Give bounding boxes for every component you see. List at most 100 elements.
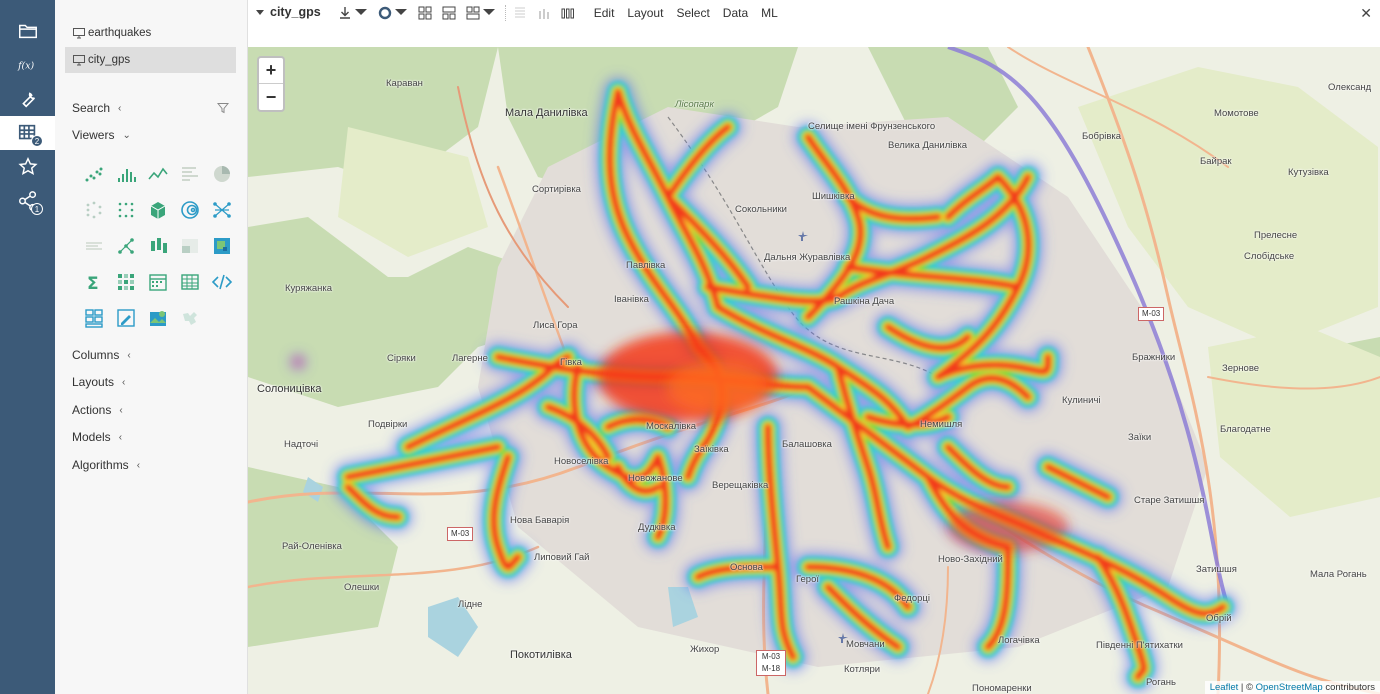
openstreetmap-link[interactable]: OpenStreetMap [1256, 682, 1323, 693]
density-plot-icon[interactable] [174, 192, 206, 228]
section-models-label: Models [72, 430, 111, 444]
pivot-icon[interactable] [78, 300, 110, 336]
place-label: Лиса Гора [533, 320, 578, 331]
favorites-icon[interactable] [0, 150, 55, 184]
place-label: Олександ [1328, 82, 1372, 93]
place-label: Мала Данилівка [505, 107, 588, 119]
sankey-icon[interactable] [78, 192, 110, 228]
menu-data[interactable]: Data [723, 5, 748, 21]
open-icon[interactable] [0, 14, 55, 48]
scatter-plot-icon[interactable] [78, 156, 110, 192]
statistics-icon[interactable]: Σ [78, 264, 110, 300]
viewers-grid: Σ [78, 156, 240, 336]
table-item-city-gps[interactable]: city_gps [65, 47, 236, 73]
tables-badge: 2 [31, 135, 43, 147]
menu-ml[interactable]: ML [761, 5, 778, 21]
place-label: Лідне [458, 599, 483, 610]
histogram-icon[interactable] [110, 156, 142, 192]
map-attribution: Leaflet | © OpenStreetMap contributors [1204, 681, 1380, 694]
3d-scatter-icon[interactable] [142, 192, 174, 228]
place-label: Новожанове [628, 473, 683, 484]
globe-icon[interactable] [174, 300, 206, 336]
parallel-coordinates-icon[interactable] [78, 228, 110, 264]
tile-icon[interactable] [174, 228, 206, 264]
toolbar-separator [504, 5, 506, 21]
heatmap-icon[interactable] [206, 228, 238, 264]
markup-icon[interactable] [206, 264, 238, 300]
place-label: Байрак [1200, 156, 1232, 167]
place-label: Мовчани [846, 639, 885, 650]
place-label: Балашовка [782, 439, 832, 450]
place-label: Заїки [1128, 432, 1152, 443]
close-icon[interactable]: ✕ [1360, 5, 1372, 22]
form-icon[interactable] [110, 300, 142, 336]
leaflet-link[interactable]: Leaflet [1210, 682, 1239, 693]
layout-split-icon[interactable] [441, 5, 457, 21]
filter-icon[interactable] [217, 102, 229, 114]
view-menu-caret[interactable] [256, 5, 264, 21]
refresh-icon[interactable] [377, 5, 409, 21]
section-search[interactable]: Search ‹ [72, 101, 121, 115]
box-plot-icon[interactable] [142, 228, 174, 264]
layout-grid-icon[interactable] [417, 5, 433, 21]
menu-layout[interactable]: Layout [627, 5, 663, 21]
map-icon[interactable] [142, 300, 174, 336]
line-chart-icon[interactable] [142, 156, 174, 192]
place-label: Основа [730, 562, 763, 573]
section-models[interactable]: Models ‹ [72, 430, 122, 444]
place-label: Липовий Гай [534, 552, 590, 563]
view-title: city_gps [270, 5, 321, 19]
place-label: Подвірки [368, 419, 408, 430]
place-label: Момотове [1214, 108, 1259, 119]
map-viewer[interactable]: Караван Мала Данилівка Лісопарк Селище і… [248, 47, 1380, 694]
place-label: Велика Данилівка [888, 140, 968, 151]
place-label: Лісопарк [675, 99, 714, 110]
section-algorithms[interactable]: Algorithms ‹ [72, 458, 140, 472]
download-icon[interactable] [337, 5, 369, 21]
columns-icon[interactable] [560, 5, 576, 21]
section-actions[interactable]: Actions ‹ [72, 403, 123, 417]
menu-select[interactable]: Select [676, 5, 709, 21]
place-label: Слобідське [1244, 251, 1295, 262]
place-label: Рогань [1146, 677, 1176, 688]
place-label: Зернове [1222, 363, 1260, 374]
place-label: Дальня Журавлівка [764, 252, 851, 263]
tables-icon[interactable]: 2 [0, 116, 55, 150]
road-shield: М-03 [447, 527, 474, 541]
functions-icon[interactable]: f(x) [0, 48, 55, 82]
place-label: Кулиничі [1062, 395, 1101, 406]
align-bottom-icon[interactable] [536, 5, 552, 21]
correlation-icon[interactable] [110, 264, 142, 300]
place-label: Нова Баварія [510, 515, 570, 526]
map-canvas[interactable] [248, 47, 1380, 694]
place-label: Заїківка [694, 444, 729, 455]
section-viewers[interactable]: Viewers ⌄ [72, 128, 131, 142]
svg-text:f(x): f(x) [17, 60, 34, 71]
view-toolbar: city_gps Edit Layout Select Data ML ✕ [248, 0, 1380, 47]
tree-icon[interactable] [110, 228, 142, 264]
bar-chart-icon[interactable] [174, 156, 206, 192]
share-icon[interactable]: 1 [0, 184, 55, 218]
place-label: Іванівка [614, 294, 649, 305]
share-badge: 1 [31, 203, 43, 215]
caret-down-icon [256, 10, 264, 15]
align-left-icon[interactable] [512, 5, 528, 21]
road-shield: М-03 М-18 [756, 650, 786, 676]
place-label: Куряжанка [285, 283, 333, 294]
table-icon [73, 27, 85, 38]
zoom-in-button[interactable]: + [259, 58, 283, 84]
pie-chart-icon[interactable] [206, 156, 238, 192]
grid-icon[interactable] [174, 264, 206, 300]
tools-icon[interactable] [0, 82, 55, 116]
zoom-out-button[interactable]: − [259, 84, 283, 110]
matrix-plot-icon[interactable] [110, 192, 142, 228]
network-icon[interactable] [206, 192, 238, 228]
calendar-icon[interactable] [142, 264, 174, 300]
section-layouts[interactable]: Layouts ‹ [72, 375, 125, 389]
place-label: Немишля [920, 419, 963, 430]
section-columns[interactable]: Columns ‹ [72, 348, 131, 362]
layout-tiles-icon[interactable] [465, 5, 497, 21]
menu-edit[interactable]: Edit [594, 5, 615, 21]
attribution-separator: | © [1238, 682, 1256, 693]
table-item-earthquakes[interactable]: earthquakes [65, 20, 236, 46]
